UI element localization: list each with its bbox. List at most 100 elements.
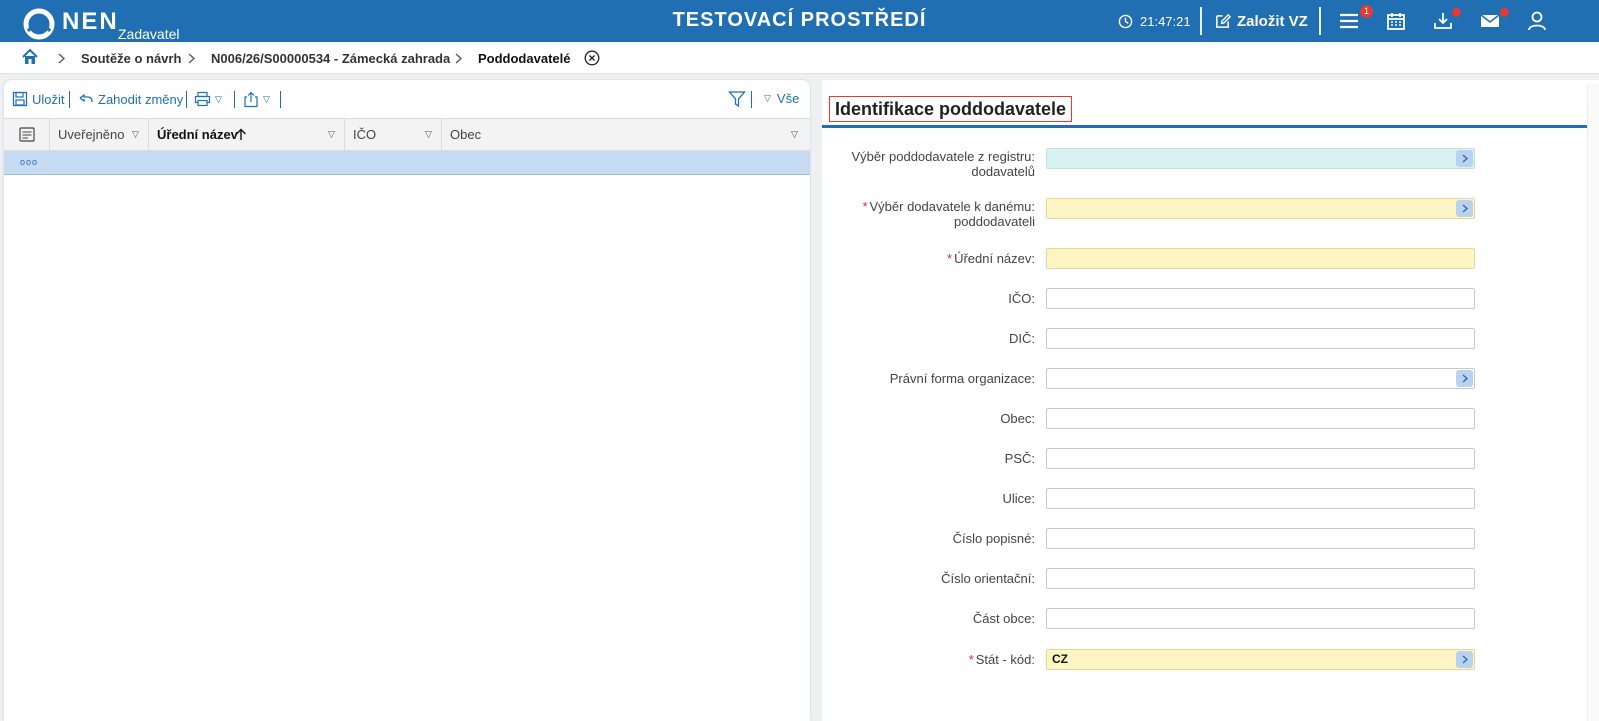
field-label-text: Úřední název:: [954, 251, 1035, 266]
logo-icon: [23, 8, 55, 40]
field-label-text: DIČ:: [1009, 331, 1035, 346]
filter-all-dropdown[interactable]: ▽ Vše: [764, 91, 799, 106]
user-icon[interactable]: [1526, 10, 1548, 32]
field-label-text: Číslo orientační:: [941, 571, 1035, 586]
create-contract-label: Založit VZ: [1237, 12, 1308, 30]
picker-button[interactable]: [1456, 370, 1473, 387]
notification-badge: 1: [1360, 5, 1373, 18]
print-dropdown-arrow: ▽: [215, 93, 222, 104]
top-bar: NEN Zadavatel TESTOVACÍ PROSTŘEDÍ 21:47:…: [0, 0, 1599, 42]
picker-chevron-icon: [1462, 655, 1468, 664]
export-button[interactable]: ▽: [243, 91, 270, 108]
clock: 21:47:21: [1118, 0, 1191, 42]
chevron-right-icon: [455, 53, 462, 64]
undo-icon: [79, 93, 93, 103]
picker-chevron-icon: [1462, 374, 1468, 383]
contractor-picker[interactable]: [1046, 198, 1475, 219]
required-marker: *: [968, 652, 974, 667]
dic-field[interactable]: [1046, 328, 1475, 349]
field-label: DIČ:: [1009, 331, 1035, 346]
column-header-published[interactable]: Uveřejněno ▽: [50, 119, 149, 150]
field-label-text: Obec:: [1000, 411, 1035, 426]
field-label: Číslo orientační:: [941, 571, 1035, 586]
clock-time: 21:47:21: [1140, 13, 1191, 29]
ico-field[interactable]: [1046, 288, 1475, 309]
row-marker[interactable]: ooo: [20, 157, 38, 167]
menu-icon[interactable]: [1338, 10, 1360, 32]
field-label-text: Ulice:: [1002, 491, 1035, 506]
app-logo[interactable]: NEN Zadavatel: [22, 5, 182, 42]
column-label: Obec: [450, 127, 482, 142]
breadcrumb-item-competitions[interactable]: Soutěže o návrh: [81, 51, 181, 66]
column-menu-arrow[interactable]: ▽: [328, 119, 335, 150]
form-title: Identifikace poddodavatele: [829, 96, 1073, 122]
clock-icon: [1118, 14, 1133, 28]
column-header-ico[interactable]: IČO ▽: [345, 119, 442, 150]
house-number-field[interactable]: [1046, 528, 1475, 549]
postal-code-field[interactable]: [1046, 448, 1475, 469]
required-marker: *: [947, 251, 953, 266]
home-icon[interactable]: [21, 48, 39, 66]
divider: [234, 91, 235, 108]
field-label: Číslo popisné:: [953, 531, 1035, 546]
divider: [1200, 7, 1202, 35]
chevron-right-icon: [58, 53, 65, 64]
column-menu-arrow[interactable]: ▽: [132, 119, 139, 150]
column-menu-arrow[interactable]: ▽: [791, 119, 798, 150]
save-button[interactable]: Uložit: [12, 91, 65, 107]
street-field[interactable]: [1046, 488, 1475, 509]
picker-button[interactable]: [1456, 150, 1473, 167]
field-label: Část obce:: [973, 611, 1035, 626]
column-label: Úřední název: [157, 127, 238, 142]
breadcrumb-item-tender[interactable]: N006/26/S00000534 - Zámecká zahrada: [211, 51, 450, 66]
field-label: Obec:: [1000, 411, 1035, 426]
download-alert-dot: [1452, 8, 1461, 17]
calendar-icon[interactable]: [1385, 10, 1407, 32]
mail-icon[interactable]: [1479, 10, 1501, 32]
save-icon: [12, 91, 28, 107]
column-settings-button[interactable]: [4, 119, 50, 150]
filter-icon[interactable]: [728, 90, 746, 108]
column-header-official-name[interactable]: Úřední název ▽: [149, 119, 345, 150]
grid-header: Uveřejněno ▽ Úřední název ▽ IČO ▽ Obec ▽: [4, 118, 810, 151]
create-contract-button[interactable]: Založit VZ: [1214, 0, 1308, 42]
close-circle-icon[interactable]: [584, 50, 600, 66]
column-menu-arrow[interactable]: ▽: [425, 119, 432, 150]
column-header-municipality[interactable]: Obec ▽: [442, 119, 810, 150]
discard-changes-button[interactable]: Zahodit změny: [78, 91, 183, 107]
detail-panel: Identifikace poddodavatele Výběr poddoda…: [822, 80, 1599, 721]
divider: [186, 91, 187, 108]
field-label-text: IČO:: [1008, 291, 1035, 306]
grid-toolbar: Uložit Zahodit změny ▽ ▽ ▽ Vše: [4, 80, 810, 118]
field-label: Ulice:: [1002, 491, 1035, 506]
legal-form-field[interactable]: [1046, 368, 1475, 389]
field-label-text: Právní forma organizace:: [889, 371, 1035, 386]
field-label-line: poddodavateli: [954, 214, 1035, 229]
field-label-line: Výběr dodavatele k danému:: [869, 199, 1036, 214]
municipality-field[interactable]: [1046, 408, 1475, 429]
country-code-field[interactable]: CZ: [1046, 649, 1475, 670]
logo-text: NEN: [62, 8, 119, 35]
print-button[interactable]: ▽: [194, 91, 222, 107]
field-label-line: Výběr poddodavatele z registru:: [851, 149, 1035, 164]
breadcrumb: Soutěže o návrh N006/26/S00000534 - Záme…: [0, 42, 1599, 74]
field-label-text: Část obce:: [972, 611, 1035, 626]
divider: [751, 91, 752, 108]
picker-button[interactable]: [1456, 651, 1473, 668]
field-value: CZ: [1052, 652, 1068, 666]
download-icon[interactable]: [1432, 10, 1454, 32]
filter-dropdown-arrow: ▽: [764, 93, 771, 103]
field-label-text: Stát - kód:: [975, 652, 1035, 667]
table-row[interactable]: ooo: [4, 151, 810, 175]
picker-button[interactable]: [1456, 200, 1473, 217]
scrollbar[interactable]: [1587, 84, 1599, 721]
field-label-text: Číslo popisné:: [952, 531, 1035, 546]
filter-all-label: Vše: [776, 91, 800, 106]
official-name-field[interactable]: [1046, 248, 1475, 269]
field-label-text: PSČ:: [1004, 451, 1035, 466]
supplier-registry-picker[interactable]: [1046, 148, 1475, 169]
district-field[interactable]: [1046, 608, 1475, 629]
chevron-right-icon: [188, 53, 195, 64]
orientation-number-field[interactable]: [1046, 568, 1475, 589]
list-panel: Uložit Zahodit změny ▽ ▽ ▽ Vše Uveřejněn…: [4, 80, 810, 721]
